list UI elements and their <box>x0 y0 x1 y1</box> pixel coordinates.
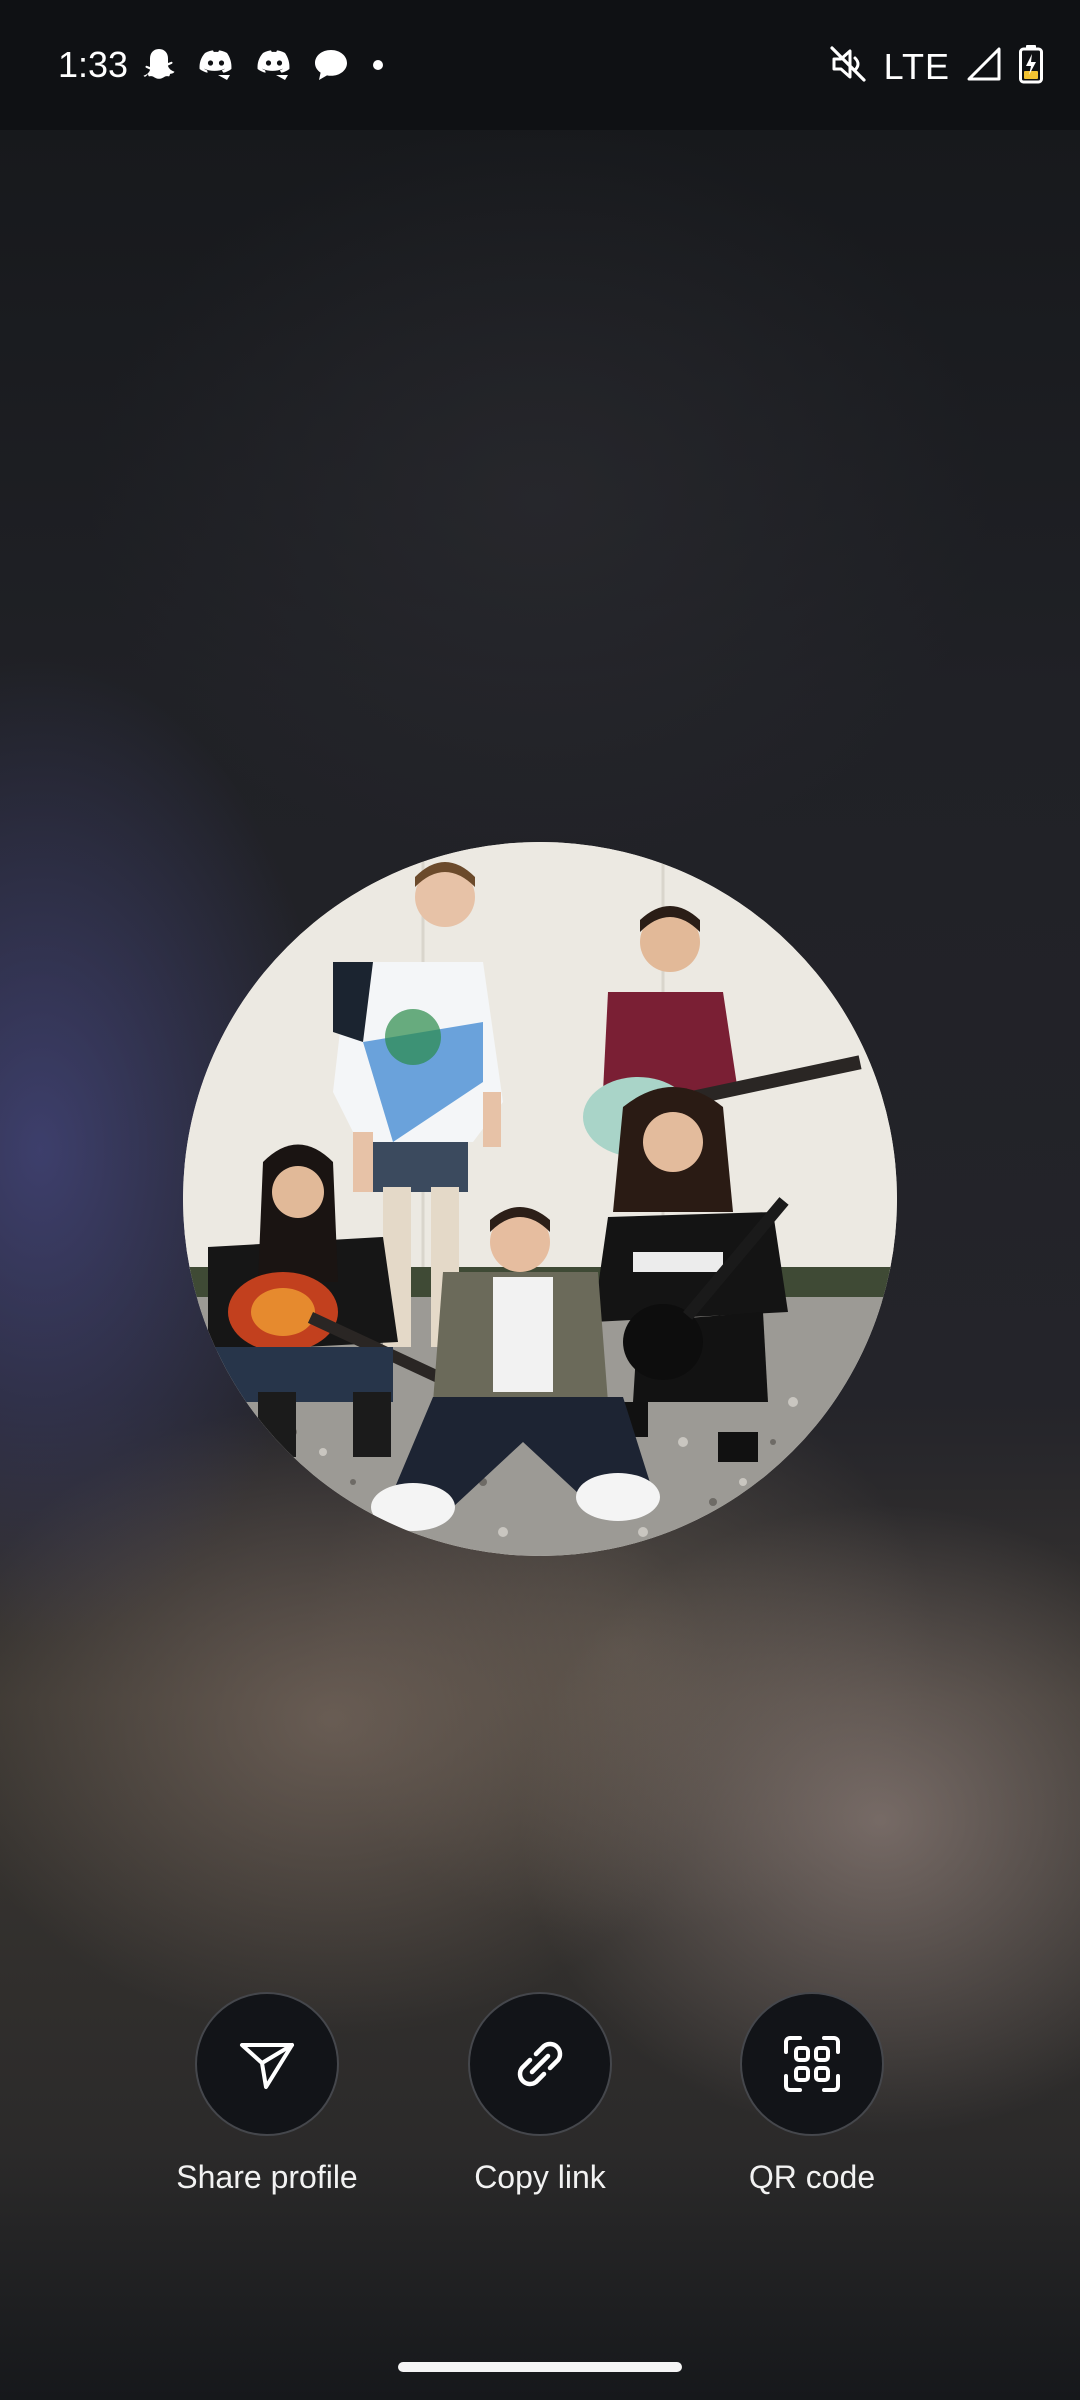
discord-icon <box>196 47 236 88</box>
network-type: LTE <box>883 45 950 87</box>
share-profile-label: Share profile <box>176 2159 358 2195</box>
system-icons: LTE <box>828 44 1044 89</box>
status-bar: 1:33 LTE <box>0 0 1080 130</box>
signal-icon <box>966 46 1002 87</box>
qr-code-button[interactable] <box>740 1992 884 2136</box>
notification-icons <box>140 46 388 89</box>
snapchat-icon <box>140 46 178 89</box>
copy-link-button[interactable] <box>468 1992 612 2136</box>
send-icon <box>240 2043 294 2089</box>
status-time: 1:33 <box>58 44 129 85</box>
qr-code-label: QR code <box>748 2159 876 2195</box>
qr-code-icon <box>784 2036 840 2092</box>
share-actions: Share profile Copy link QR code <box>0 1992 1080 2212</box>
copy-link-label: Copy link <box>474 2159 606 2195</box>
share-profile-action[interactable]: Share profile <box>137 1992 397 2198</box>
profile-photo[interactable] <box>183 842 897 1556</box>
messages-icon <box>312 47 350 88</box>
home-indicator[interactable] <box>398 2362 682 2372</box>
mute-icon <box>828 44 868 89</box>
discord-icon <box>254 47 294 88</box>
copy-link-action[interactable]: Copy link <box>410 1992 670 2198</box>
link-icon <box>517 2041 563 2087</box>
share-profile-button[interactable] <box>195 1992 339 2136</box>
more-notifications-dot-icon <box>368 47 388 88</box>
battery-charging-icon <box>1018 44 1044 89</box>
qr-code-action[interactable]: QR code <box>682 1992 942 2198</box>
